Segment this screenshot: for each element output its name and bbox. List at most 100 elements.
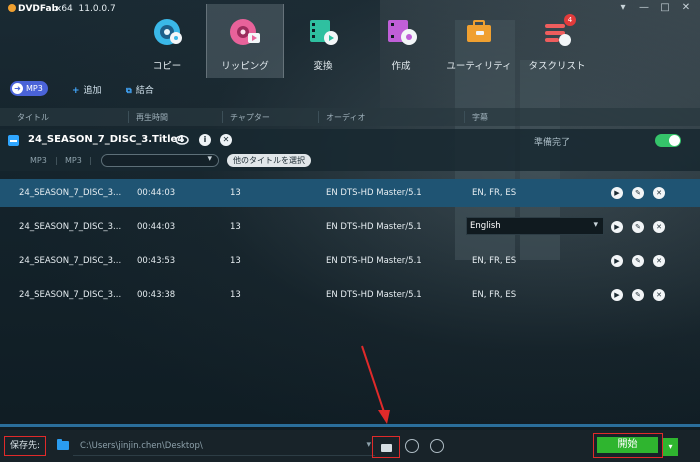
bluray-icon[interactable]	[175, 134, 189, 146]
add-button[interactable]: + 追加	[72, 83, 102, 96]
profile-dropdown[interactable]	[101, 154, 219, 167]
delete-icon[interactable]: ✕	[653, 255, 665, 267]
track-audio: EN DTS-HD Master/5.1	[326, 188, 422, 198]
disc-sub-row: MP3 | MP3 | 他のタイトルを選択	[0, 151, 700, 171]
track-audio: EN DTS-HD Master/5.1	[326, 256, 422, 266]
nav-convert[interactable]: 変換	[284, 4, 362, 78]
merge-label: 結合	[135, 86, 154, 96]
edit-icon[interactable]: ✎	[632, 221, 644, 233]
merge-icon: ⧉	[126, 86, 132, 95]
nav-create[interactable]: 作成	[362, 4, 440, 78]
profile-label: MP3	[26, 84, 43, 93]
track-chapters: 13	[230, 222, 241, 232]
nav-label: タスクリスト	[528, 61, 586, 72]
remove-icon[interactable]: ✕	[220, 134, 232, 146]
format-label: MP3	[30, 156, 47, 165]
task-count-badge: 4	[564, 14, 576, 26]
add-label: 追加	[83, 86, 102, 96]
nav-label: リッピング	[221, 61, 269, 72]
format-label: MP3	[65, 156, 82, 165]
track-duration: 00:43:53	[137, 256, 176, 266]
minimize-icon[interactable]: —	[638, 2, 650, 13]
delete-icon[interactable]: ✕	[653, 289, 665, 301]
delete-icon[interactable]: ✕	[653, 221, 665, 233]
play-icon[interactable]: ▶	[611, 221, 623, 233]
col-audio: オーディオ	[326, 113, 366, 122]
disc-title: 24_SEASON_7_DISC_3.Title4	[28, 134, 185, 145]
track-row[interactable]: 24_SEASON_7_DISC_3... 00:44:03 13 EN DTS…	[0, 179, 700, 207]
delete-icon[interactable]: ✕	[653, 187, 665, 199]
select-other-titles-button[interactable]: 他のタイトルを選択	[227, 154, 311, 167]
track-subtitles: EN, FR, ES	[472, 256, 517, 266]
globe-icon[interactable]	[430, 439, 444, 453]
track-duration: 00:44:03	[137, 222, 176, 232]
output-path-text: C:\Users\jinjin.chen\Desktop\	[80, 441, 203, 451]
status-text: 準備完了	[534, 138, 571, 148]
divider: |	[89, 156, 92, 165]
start-dropdown-icon[interactable]: ▾	[663, 438, 678, 456]
info-icon[interactable]: i	[199, 134, 211, 146]
folder-icon	[57, 439, 69, 450]
track-name: 24_SEASON_7_DISC_3...	[19, 290, 122, 300]
column-header: タイトル 再生時間 チャプター オーディオ 字幕	[0, 108, 700, 126]
subtitle-dropdown[interactable]: English	[466, 217, 604, 235]
divider	[222, 111, 223, 123]
close-icon[interactable]: ✕	[680, 2, 692, 13]
col-duration: 再生時間	[136, 113, 168, 122]
profile-selector[interactable]: ➜ MP3	[10, 81, 48, 96]
nav-utility[interactable]: ユーティリティ	[440, 4, 518, 78]
divider	[464, 111, 465, 123]
enable-toggle[interactable]	[655, 134, 681, 147]
main-nav: コピー リッピング 変換 作成 ユーティリティ 4 タスクリスト	[128, 4, 596, 78]
plus-icon: +	[72, 86, 80, 96]
nav-copy[interactable]: コピー	[128, 4, 206, 78]
nav-label: 作成	[391, 61, 411, 72]
track-duration: 00:44:03	[137, 188, 176, 198]
browse-folder-button[interactable]	[372, 436, 400, 458]
track-row[interactable]: 24_SEASON_7_DISC_3... 00:43:38 13 EN DTS…	[0, 281, 700, 309]
track-audio: EN DTS-HD Master/5.1	[326, 222, 422, 232]
toolbox-icon	[467, 20, 491, 42]
collapse-checkbox[interactable]	[8, 135, 19, 146]
disc-title-row: 24_SEASON_7_DISC_3.Title4 i ✕ 準備完了	[0, 129, 700, 151]
track-subtitles: EN, FR, ES	[472, 188, 517, 198]
track-chapters: 13	[230, 290, 241, 300]
arrow-right-icon: ➜	[12, 83, 23, 94]
nav-label: コピー	[152, 61, 182, 72]
col-chapters: チャプター	[230, 113, 270, 122]
track-chapters: 13	[230, 256, 241, 266]
play-icon[interactable]: ▶	[611, 289, 623, 301]
divider	[318, 111, 319, 123]
divider: |	[55, 156, 58, 165]
bottom-bar: 保存先: C:\Users\jinjin.chen\Desktop\ 開始 ▾	[0, 430, 700, 462]
refresh-icon[interactable]	[405, 439, 419, 453]
create-disc-icon	[388, 20, 417, 45]
track-row[interactable]: 24_SEASON_7_DISC_3... 00:44:03 13 EN DTS…	[0, 213, 700, 241]
track-row[interactable]: 24_SEASON_7_DISC_3... 00:43:53 13 EN DTS…	[0, 247, 700, 275]
nav-task-list[interactable]: 4 タスクリスト	[518, 4, 596, 78]
progress-line	[0, 424, 700, 427]
nav-label: ユーティリティ	[446, 61, 512, 72]
play-icon[interactable]: ▶	[611, 255, 623, 267]
play-icon[interactable]: ▶	[611, 187, 623, 199]
disc-icon	[154, 19, 182, 45]
toolbar: ➜ MP3 + 追加 ⧉ 結合	[0, 80, 700, 98]
subtitle-value: English	[470, 221, 501, 231]
edit-icon[interactable]: ✎	[632, 255, 644, 267]
edit-icon[interactable]: ✎	[632, 187, 644, 199]
track-chapters: 13	[230, 188, 241, 198]
track-name: 24_SEASON_7_DISC_3...	[19, 222, 122, 232]
track-name: 24_SEASON_7_DISC_3...	[19, 256, 122, 266]
divider	[128, 111, 129, 123]
menu-dropdown-icon[interactable]: ▾	[617, 2, 629, 13]
merge-button[interactable]: ⧉ 結合	[126, 83, 154, 96]
film-icon	[310, 20, 338, 45]
app-logo: DVDFab	[8, 4, 58, 14]
track-name: 24_SEASON_7_DISC_3...	[19, 188, 122, 198]
maximize-icon[interactable]: □	[659, 2, 671, 13]
app-version: x64 11.0.0.7	[56, 4, 116, 14]
output-path-field[interactable]: C:\Users\jinjin.chen\Desktop\	[73, 436, 375, 456]
nav-ripping[interactable]: リッピング	[206, 4, 284, 78]
edit-icon[interactable]: ✎	[632, 289, 644, 301]
start-button[interactable]: 開始	[597, 437, 658, 453]
